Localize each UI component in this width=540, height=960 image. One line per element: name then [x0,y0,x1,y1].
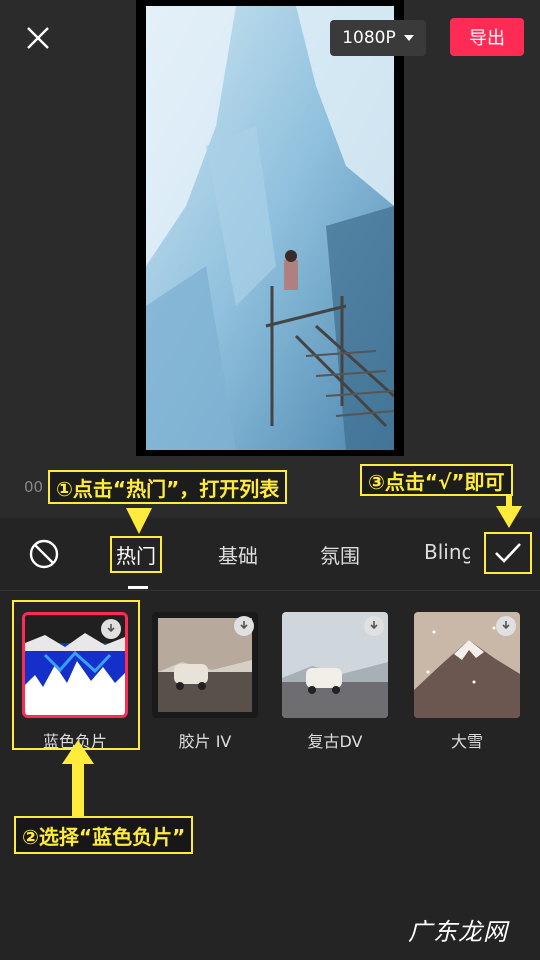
filter-label: 复古DV [307,732,363,751]
download-icon [101,619,121,639]
annotation-arrow-up-icon [62,740,94,816]
filter-thumbnail [414,612,520,718]
tab-hot[interactable]: 热门 [110,536,162,573]
annotation-step3: ③点击“√”即可 [360,464,513,496]
download-icon [496,616,516,636]
annotation-arrow-down-icon [496,494,522,528]
filter-item-heavy-snow[interactable]: 大雪 [414,612,520,752]
filter-item-retro-dv[interactable]: 复古DV [282,612,388,752]
annotation-step1: ①点击“热门”，打开列表 [48,470,288,504]
editor-top-area: 1080P 导出 [0,0,540,470]
frozen-waterfall-image [146,6,394,450]
active-tab-indicator [128,586,148,589]
filter-item-blue-negative[interactable]: 蓝色负片 [22,612,128,752]
filter-thumbnail [152,612,258,718]
close-button[interactable] [24,24,52,52]
filter-thumbnail [22,612,128,718]
filter-category-tabs: 热门 基础 氛围 Bling [0,518,540,590]
filter-thumbnail [282,612,388,718]
watermark: 广东龙网 [408,918,508,946]
tab-bling[interactable]: Bling [424,540,470,564]
annotation-step2: ②选择“蓝色负片” [14,816,194,854]
filter-item-film-iv[interactable]: 胶片 IV [152,612,258,752]
filter-panel: 热门 基础 氛围 Bling 蓝色负片 胶片 IV 复古DV 大雪 [0,518,540,960]
download-icon [234,616,254,636]
tab-basic[interactable]: 基础 [218,540,258,569]
checkmark-icon [495,543,521,563]
timecode: 00 [24,478,44,496]
download-icon [364,616,384,636]
chevron-down-icon [403,35,414,41]
tab-atmosphere[interactable]: 氛围 [320,540,360,569]
export-button[interactable]: 导出 [450,18,524,56]
filter-label: 胶片 IV [178,732,232,751]
no-filter-icon[interactable] [28,538,60,570]
confirm-button[interactable] [484,532,532,574]
divider [0,590,540,591]
annotation-arrow-down-icon [126,508,152,534]
resolution-selector[interactable]: 1080P [330,20,426,56]
filter-label: 大雪 [450,732,483,751]
video-preview[interactable] [136,0,404,456]
resolution-label: 1080P [342,28,396,48]
close-icon [27,27,49,49]
